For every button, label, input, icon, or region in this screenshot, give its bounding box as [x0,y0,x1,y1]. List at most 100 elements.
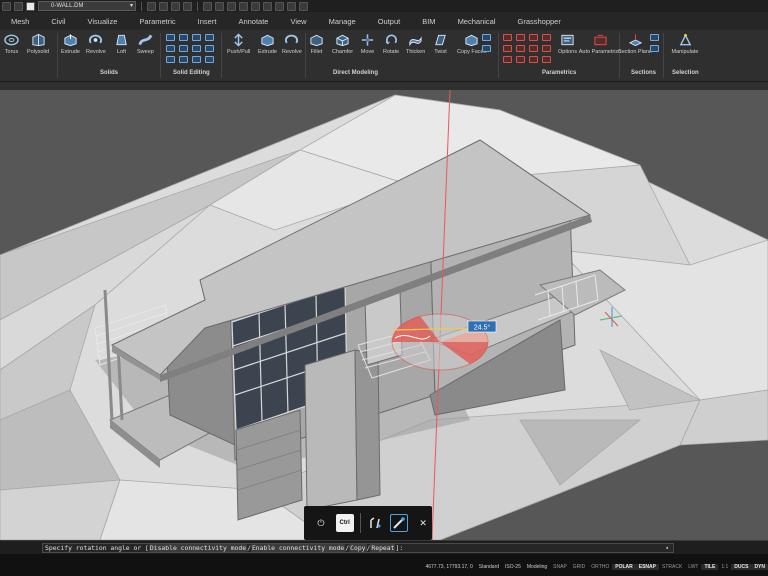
constraint-horizontal-icon[interactable] [529,45,538,52]
power-icon[interactable]: ⏻ [312,514,330,532]
help-icon[interactable] [299,1,308,11]
subtract-icon[interactable] [179,34,188,41]
layer-dropdown[interactable]: 0-WALL.DM ▾ [38,1,136,11]
ctrl-key-button[interactable]: Ctrl [335,514,354,532]
move-button[interactable]: Move [360,33,375,55]
constraint-fix-icon[interactable] [503,34,512,41]
rotate-button[interactable]: Rotate [383,33,399,55]
clean-icon[interactable] [179,56,188,63]
section-plane-button[interactable]: Section Plane [618,33,652,55]
tab-grasshopper[interactable]: Grasshopper [507,17,572,26]
toggle-tile[interactable]: TILE [701,564,719,570]
command-input[interactable]: Specify rotation angle or [Disable conne… [42,543,674,553]
color-icon[interactable] [159,1,168,11]
toggle-ducs[interactable]: DUCS [731,564,752,570]
layer-state-icon[interactable] [147,1,156,11]
linetype-icon[interactable] [171,1,180,11]
manipulate-button[interactable]: Manipulate [667,33,703,55]
toggle-esnap[interactable]: ESNAP [635,564,659,570]
close-icon[interactable]: ✕ [414,514,432,532]
tab-annotate[interactable]: Annotate [227,17,279,26]
command-option-repeat[interactable]: Repeat [370,544,396,552]
shell-icon[interactable] [192,45,201,52]
tab-view[interactable]: View [279,17,317,26]
twist-button[interactable]: Twist [433,33,448,55]
toggle-snap[interactable]: SNAP [550,564,570,570]
dm-revolve-button[interactable]: Revolve [282,33,302,55]
workspace[interactable]: Modeling [524,564,550,570]
toggle-lwt[interactable]: LWT [685,564,701,570]
lineweight-icon[interactable] [183,1,192,11]
tab-insert[interactable]: Insert [187,17,228,26]
constraint-radius-icon[interactable] [516,45,525,52]
constraint-vertical-icon[interactable] [542,45,551,52]
offset-icon[interactable] [482,45,491,52]
cut-icon[interactable] [203,1,212,11]
menu-icon[interactable] [2,1,11,11]
save-icon[interactable] [26,1,35,11]
extract-edges-icon[interactable] [205,56,214,63]
extrude-button[interactable]: Extrude [61,33,80,55]
tab-manage[interactable]: Manage [318,17,367,26]
toggle-scale[interactable]: 1:1 [718,564,731,570]
torus-button[interactable]: Torus [4,33,19,55]
thicken-button[interactable]: Thicken [406,33,425,55]
constraint-equal-icon[interactable] [516,56,525,63]
constraint-symmetric-icon[interactable] [529,56,538,63]
constraint-parallel-icon[interactable] [529,34,538,41]
tab-parametric[interactable]: Parametric [128,17,186,26]
intersect-icon[interactable] [192,34,201,41]
chamfer-button[interactable]: Chamfer [332,33,353,55]
offset-edges-icon[interactable] [166,56,175,63]
dm-extrude-button[interactable]: Extrude [258,33,277,55]
tab-mesh[interactable]: Mesh [0,17,40,26]
print-icon[interactable] [275,1,284,11]
connectivity-icon[interactable] [367,514,385,532]
tab-civil[interactable]: Civil [40,17,76,26]
check-icon[interactable] [192,56,201,63]
copy-icon[interactable] [215,1,224,11]
loft-button[interactable]: Loft [114,33,129,55]
interfere-icon[interactable] [205,34,214,41]
direct-edit-icon[interactable] [390,514,409,532]
tab-output[interactable]: Output [367,17,412,26]
constraint-tangent-icon[interactable] [503,56,512,63]
options-button[interactable]: Options [558,33,577,55]
garage-door[interactable] [235,409,303,521]
union-icon[interactable] [166,34,175,41]
command-option-disable-connectivity[interactable]: Disable connectivity mode [148,544,248,552]
tab-mechanical[interactable]: Mechanical [447,17,507,26]
section-flatten-icon[interactable] [650,45,659,52]
command-option-copy[interactable]: Copy [349,544,367,552]
toggle-ortho[interactable]: ORTHO [588,564,612,570]
match-properties-icon[interactable] [239,1,248,11]
tab-bim[interactable]: BIM [411,17,446,26]
chevron-up-icon[interactable]: ▴ [665,544,669,552]
tab-visualize[interactable]: Visualize [77,17,129,26]
toggle-polar[interactable]: POLAR [612,564,636,570]
undo-icon[interactable] [251,1,260,11]
constraint-angle-icon[interactable] [503,45,512,52]
model-viewport[interactable]: 24.5° [0,90,768,540]
auto-parametrize-button[interactable]: Auto Parametrize [579,33,621,55]
new-file-icon[interactable] [14,1,23,11]
entry-column[interactable] [304,349,358,511]
toggle-strack[interactable]: STRACK [659,564,685,570]
render-icon[interactable] [287,1,296,11]
dimension-style[interactable]: ISO-25 [502,564,524,570]
command-option-enable-connectivity[interactable]: Enable connectivity mode [250,544,346,552]
polysolid-button[interactable]: Polysolid [27,33,49,55]
constraint-distance-icon[interactable] [542,34,551,41]
toggle-dyn[interactable]: DYN [751,564,768,570]
imprint-icon[interactable] [205,45,214,52]
push-pull-button[interactable]: Push/Pull [227,33,250,55]
sweep-button[interactable]: Sweep [137,33,154,55]
slice-icon[interactable] [166,45,175,52]
fillet-button[interactable]: Fillet [309,33,324,55]
toggle-grid[interactable]: GRID [570,564,589,570]
constraint-coincident-icon[interactable] [516,34,525,41]
paste-icon[interactable] [227,1,236,11]
separate-icon[interactable] [179,45,188,52]
constraint-rigid-icon[interactable] [542,56,551,63]
revolve-button[interactable]: Revolve [86,33,106,55]
